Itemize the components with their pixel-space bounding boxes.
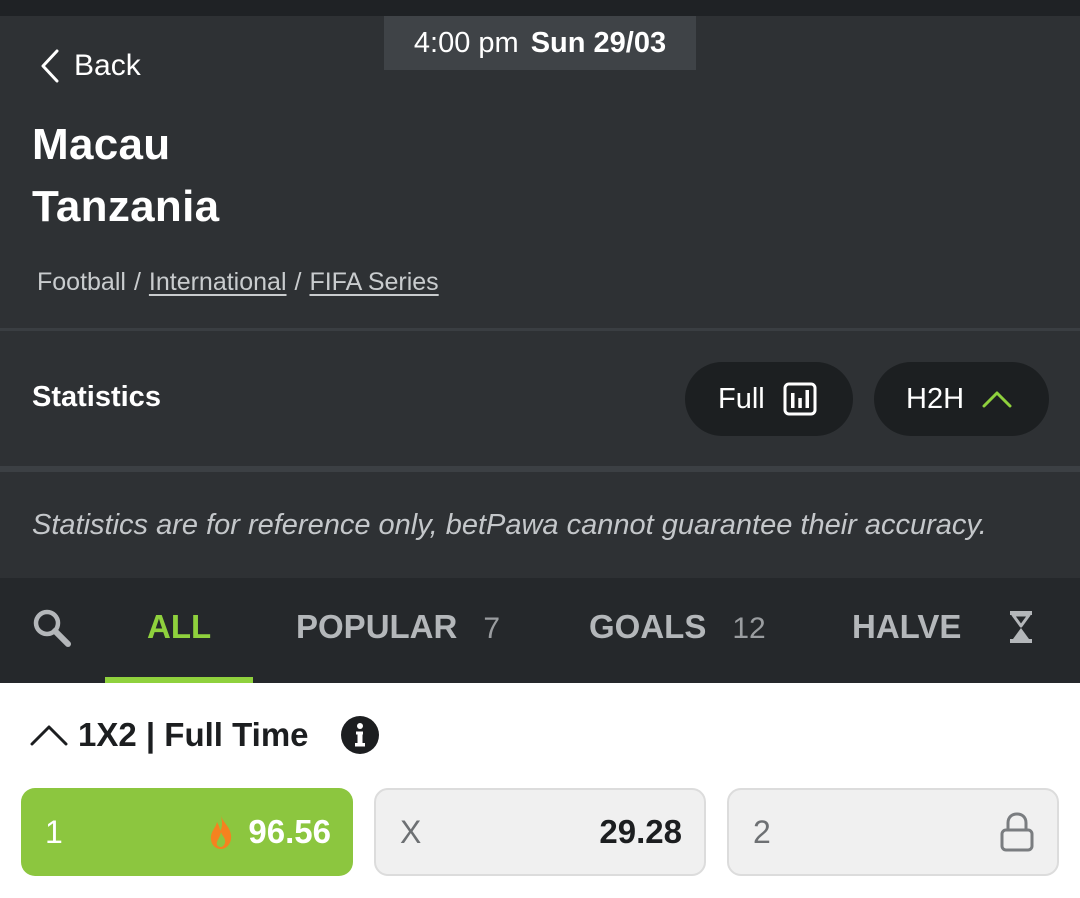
statistics-disclaimer: Statistics are for reference only, betPa… (0, 472, 1080, 578)
info-icon[interactable] (340, 716, 379, 754)
breadcrumb-separator: / (294, 268, 302, 296)
odds-button-away: 2 (727, 788, 1059, 876)
kickoff-time: 4:00 pm Sun 29/03 (384, 16, 696, 70)
match-page: 4:00 pm Sun 29/03 Back Macau Tanzania Fo… (0, 0, 1080, 898)
tab-goals-label: GOALS (589, 608, 707, 645)
odds-button-draw[interactable]: X 29.28 (374, 788, 706, 876)
full-stats-label: Full (718, 382, 765, 415)
tab-all[interactable]: ALL (147, 608, 211, 650)
home-team-name: Macau (32, 120, 171, 169)
hourglass-icon[interactable] (1008, 610, 1034, 649)
status-strip (0, 0, 1080, 16)
outcome-label: 1 (45, 813, 63, 850)
tab-halve[interactable]: HALVE (852, 608, 961, 650)
chevron-up-icon (982, 391, 1012, 408)
tab-goals-count: 12 (732, 612, 766, 645)
market-title: 1X2 | Full Time (78, 716, 309, 753)
statistics-title: Statistics (32, 381, 161, 413)
statistics-bar: Statistics Full H2H (0, 331, 1080, 466)
breadcrumb-sport: Football (37, 268, 126, 296)
fire-icon (211, 815, 232, 849)
odds-value-draw: 29.28 (599, 813, 682, 850)
tab-halve-label: HALVE (852, 608, 962, 645)
breadcrumb-separator: / (133, 268, 141, 296)
away-team-name: Tanzania (32, 182, 220, 231)
h2h-label: H2H (906, 382, 965, 415)
odds-button-home[interactable]: 1 96.56 (21, 788, 353, 876)
lock-icon (1000, 812, 1034, 852)
full-stats-button[interactable]: Full (685, 362, 853, 436)
bar-chart-icon (783, 382, 817, 416)
kickoff-time-value: 4:00 pm (413, 26, 519, 59)
back-button[interactable]: Back (40, 46, 141, 86)
search-icon[interactable] (32, 608, 72, 653)
market-tabs: ALL POPULAR 7 GOALS 12 HALVE (0, 578, 1080, 683)
h2h-toggle-button[interactable]: H2H (874, 362, 1049, 436)
match-header: 4:00 pm Sun 29/03 Back Macau Tanzania Fo… (0, 16, 1080, 328)
market-header[interactable]: 1X2 | Full Time (30, 713, 379, 757)
tab-popular-label: POPULAR (296, 608, 458, 645)
tab-popular[interactable]: POPULAR 7 (296, 608, 500, 650)
market-1x2-section: 1X2 | Full Time 1 96.56 X 29.28 2 (0, 683, 1080, 898)
tab-all-label: ALL (147, 608, 212, 645)
back-label: Back (74, 49, 141, 82)
outcome-label: X (400, 813, 422, 850)
odds-value-home: 96.56 (248, 813, 331, 850)
tab-goals[interactable]: GOALS 12 (589, 608, 766, 650)
breadcrumb-tournament-link[interactable]: FIFA Series (309, 268, 438, 297)
kickoff-date: Sun 29/03 (530, 26, 667, 59)
breadcrumb-category-link[interactable]: International (149, 268, 287, 297)
odds-value: 96.56 (208, 813, 331, 851)
breadcrumb: Football / International / FIFA Series (37, 268, 439, 297)
chevron-up-icon (30, 725, 68, 746)
tab-popular-count: 7 (483, 612, 501, 645)
outcome-label: 2 (753, 813, 771, 850)
chevron-left-icon (41, 49, 59, 83)
